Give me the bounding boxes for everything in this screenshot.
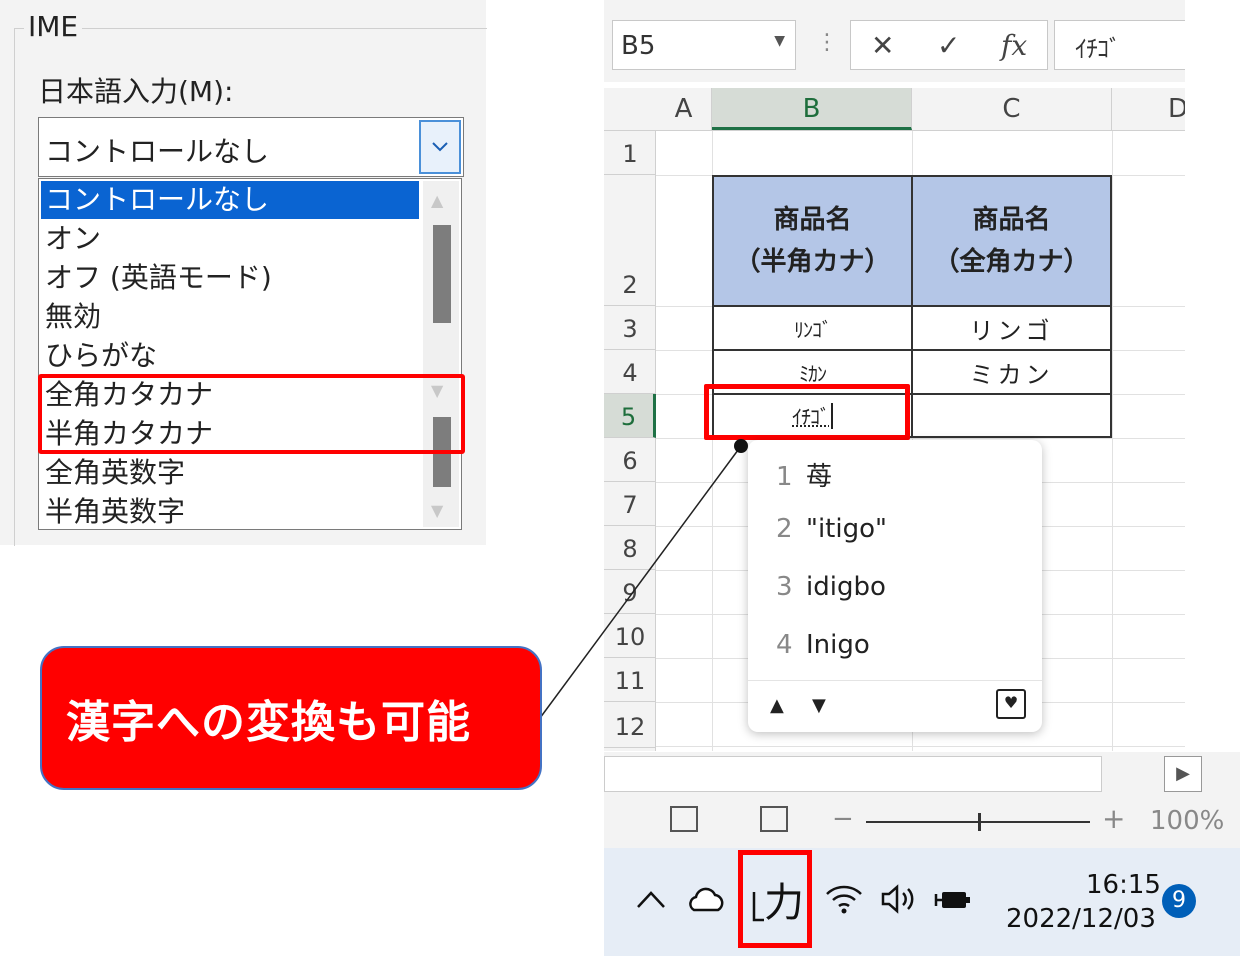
ime-candidate-window: 1苺 2 "itigo" 3 idigbo 4 Inigo ▲ ▼ ♥ (748, 440, 1042, 732)
row-header-8[interactable]: 8 (604, 526, 656, 570)
cell-c3[interactable]: リンゴ (911, 305, 1112, 351)
header-b-line1: 商品名 (773, 205, 852, 235)
row-header-7[interactable]: 7 (604, 482, 656, 526)
options-scrollbar[interactable]: ▲ ▼ ▼ (423, 181, 459, 527)
japanese-input-dropdown[interactable]: コントロールなし (38, 117, 464, 177)
status-bar: − + 100% (604, 796, 1240, 848)
candidate-item-1[interactable]: 1苺 (776, 456, 832, 493)
insert-function-icon[interactable]: fx (1001, 29, 1027, 62)
option-off-english[interactable]: オフ (英語モード) (41, 259, 419, 297)
option-disabled[interactable]: 無効 (41, 298, 419, 336)
ime-group-title: IME (24, 10, 83, 43)
column-header-c[interactable]: C (912, 88, 1112, 130)
option-halfwidth-alphanumeric[interactable]: 半角英数字 (41, 493, 419, 531)
header-b-line2: （半角カナ） (734, 247, 891, 277)
heart-icon[interactable]: ♥ (996, 689, 1026, 719)
formula-buttons: ✕ ✓ fx (850, 20, 1048, 70)
taskbar-date[interactable]: 2022/12/03 (1006, 904, 1156, 934)
row-header-6[interactable]: 6 (604, 438, 656, 482)
row-header-9[interactable]: 9 (604, 570, 656, 614)
row-header-4[interactable]: 4 (604, 350, 656, 394)
column-header-d[interactable]: D (1112, 88, 1185, 130)
cell-c5[interactable] (911, 393, 1112, 438)
name-box-dropdown-icon[interactable]: ▼ (774, 33, 785, 49)
formula-bar-grip-icon: ⋮ (816, 30, 838, 55)
page-layout-view-icon[interactable] (760, 806, 788, 832)
normal-view-icon[interactable] (670, 806, 698, 832)
dropdown-selected-value: コントロールなし (45, 135, 270, 168)
sheet-scroll-track[interactable] (604, 756, 1102, 792)
header-c-line2: （全角カナ） (933, 247, 1090, 277)
name-box[interactable]: B5 ▼ (612, 20, 796, 70)
row-header-3[interactable]: 3 (604, 306, 656, 350)
row-header-2[interactable]: 2 (604, 175, 656, 306)
row-header-1[interactable]: 1 (604, 131, 656, 175)
cell-c4[interactable]: ミカン (911, 349, 1112, 395)
candidate-item-3[interactable]: 3 idigbo (776, 572, 886, 602)
option-hiragana[interactable]: ひらがな (41, 337, 419, 375)
wifi-icon[interactable] (824, 882, 864, 922)
cloud-icon[interactable] (686, 886, 726, 922)
chevron-down-icon[interactable] (419, 120, 461, 174)
scrollbar-thumb[interactable] (433, 225, 451, 323)
zoom-level[interactable]: 100% (1150, 806, 1224, 836)
candidate-item-2[interactable]: 2 "itigo" (776, 514, 887, 544)
chevron-up-icon[interactable] (636, 882, 666, 917)
kanji-conversion-callout: 漢字への変換も可能 (40, 646, 542, 790)
callout-text: 漢字への変換も可能 (66, 697, 471, 748)
formula-bar-value: ｲﾁｺﾞ (1075, 35, 1121, 63)
candidate-item-4[interactable]: 4 Inigo (776, 630, 870, 660)
notification-badge[interactable]: 9 (1162, 884, 1196, 918)
battery-charging-icon[interactable] (934, 886, 972, 922)
column-header-b[interactable]: B (712, 88, 912, 130)
cell-c2-header[interactable]: 商品名 （全角カナ） (911, 175, 1112, 307)
next-page-icon[interactable]: ▼ (812, 695, 826, 716)
active-cell-highlight (704, 384, 910, 440)
japanese-input-options-list[interactable]: コントロールなし オン オフ (英語モード) 無効 ひらがな 全角カタカナ 半角… (38, 178, 462, 530)
speaker-icon[interactable] (880, 884, 918, 922)
taskbar-time[interactable]: 16:15 (1086, 870, 1161, 900)
cell-b2-header[interactable]: 商品名 （半角カナ） (712, 175, 913, 307)
taskbar: 力 16:15 2022/12/03 9 (604, 848, 1240, 956)
formula-bar-input[interactable]: ｲﾁｺﾞ (1054, 20, 1185, 70)
cell-b3[interactable]: ﾘﾝｺﾞ (712, 305, 913, 351)
zoom-out-button[interactable]: − (832, 804, 854, 834)
enter-icon[interactable]: ✓ (937, 29, 960, 62)
scroll-up-icon[interactable]: ▲ (431, 191, 443, 210)
option-fullwidth-alphanumeric[interactable]: 全角英数字 (41, 454, 419, 492)
column-headers: A B C D (604, 88, 1185, 131)
option-no-control[interactable]: コントロールなし (41, 181, 419, 219)
row-header-11[interactable]: 11 (604, 658, 656, 702)
header-c-line1: 商品名 (972, 205, 1051, 235)
column-header-a[interactable]: A (656, 88, 712, 130)
cancel-icon[interactable]: ✕ (871, 29, 894, 62)
zoom-slider-thumb[interactable] (978, 813, 981, 831)
row-header-12[interactable]: 12 (604, 702, 656, 748)
candidate-footer: ▲ ▼ ♥ (748, 680, 1042, 733)
name-box-value: B5 (621, 31, 656, 61)
gridline (656, 746, 1185, 747)
row-headers: 1 2 3 4 5 6 7 8 9 10 11 12 (604, 131, 656, 751)
row-header-5[interactable]: 5 (604, 394, 656, 438)
katakana-options-highlight (38, 374, 465, 454)
japanese-input-label: 日本語入力(M): (38, 75, 234, 108)
scroll-down-icon-lower[interactable]: ▼ (431, 501, 443, 520)
previous-page-icon[interactable]: ▲ (770, 695, 784, 716)
zoom-in-button[interactable]: + (1102, 802, 1125, 835)
row-header-10[interactable]: 10 (604, 614, 656, 658)
scroll-right-icon[interactable]: ▶ (1164, 756, 1202, 792)
ime-indicator-highlight (738, 850, 812, 948)
option-on[interactable]: オン (41, 220, 419, 258)
horizontal-scrollbar: ▶ (604, 752, 1240, 796)
